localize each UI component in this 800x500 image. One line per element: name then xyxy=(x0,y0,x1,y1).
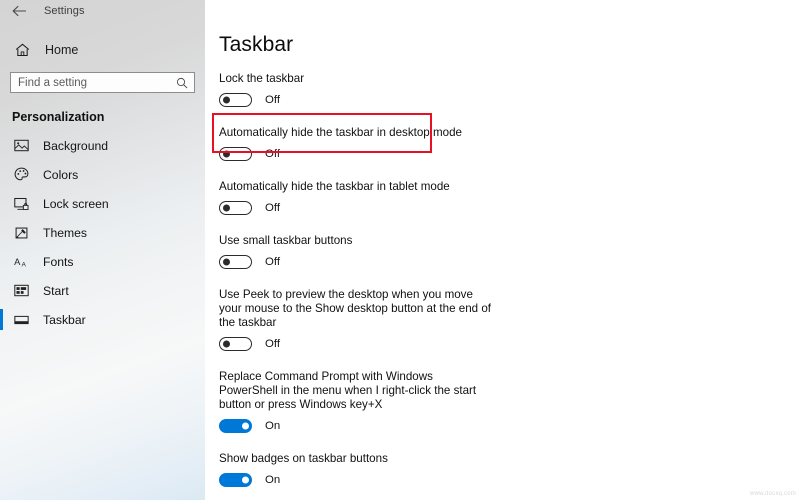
toggle-knob xyxy=(222,204,230,212)
toggle-state-label: Off xyxy=(265,338,280,350)
picture-icon xyxy=(12,136,31,155)
sidebar-nav-list: Background Colors Lock screen Themes A A… xyxy=(0,131,205,334)
setting-label: Automatically hide the taskbar in tablet… xyxy=(219,180,450,193)
sidebar-item-label: Taskbar xyxy=(43,312,86,327)
toggle-state-label: Off xyxy=(265,202,280,214)
home-icon xyxy=(12,40,32,60)
toggle-state-label: Off xyxy=(265,148,280,160)
setting-use-small-taskbar-buttons: Use small taskbar buttons Off xyxy=(219,234,800,271)
toggle-row[interactable]: Off xyxy=(219,253,800,271)
window-title: Settings xyxy=(44,5,85,17)
sidebar-section-title: Personalization xyxy=(12,110,105,124)
toggle-switch[interactable] xyxy=(219,337,252,351)
setting-auto-hide-desktop-mode: Automatically hide the taskbar in deskto… xyxy=(219,126,800,163)
toggle-row[interactable]: Off xyxy=(219,335,800,353)
settings-window: Settings Home Personalization xyxy=(0,0,800,500)
watermark: www.docxq.com xyxy=(750,491,796,497)
toggle-state-label: On xyxy=(265,474,281,486)
toggle-knob xyxy=(222,150,230,158)
sidebar-item-colors[interactable]: Colors xyxy=(0,160,205,189)
toggle-row[interactable]: On xyxy=(219,417,800,435)
toggle-row[interactable]: On xyxy=(219,471,800,489)
toggle-row[interactable]: Off xyxy=(219,145,800,163)
palette-icon xyxy=(12,165,31,184)
search-box[interactable] xyxy=(10,72,195,93)
setting-label: Use Peek to preview the desktop when you… xyxy=(219,288,491,329)
setting-replace-command-prompt: Replace Command Prompt with Windows Powe… xyxy=(219,370,800,435)
toggle-switch[interactable] xyxy=(219,419,252,433)
search-input[interactable] xyxy=(11,73,194,92)
toggle-switch[interactable] xyxy=(219,93,252,107)
sidebar-item-label: Start xyxy=(43,283,69,298)
content-panel: Taskbar Lock the taskbar Off Automatical… xyxy=(205,0,800,500)
toggle-knob xyxy=(222,96,230,104)
toggle-knob xyxy=(222,340,230,348)
sidebar: Settings Home Personalization xyxy=(0,0,205,500)
sidebar-home-label: Home xyxy=(45,43,79,57)
toggle-state-label: Off xyxy=(265,256,280,268)
setting-lock-the-taskbar: Lock the taskbar Off xyxy=(219,72,800,109)
search-icon[interactable] xyxy=(176,77,188,89)
sidebar-item-home[interactable]: Home xyxy=(0,35,205,65)
back-arrow-icon[interactable] xyxy=(8,1,30,21)
sidebar-item-label: Fonts xyxy=(43,254,74,269)
toggle-switch[interactable] xyxy=(219,255,252,269)
sidebar-item-label: Lock screen xyxy=(43,196,109,211)
toggle-knob xyxy=(222,258,230,266)
sidebar-item-background[interactable]: Background xyxy=(0,131,205,160)
setting-use-peek: Use Peek to preview the desktop when you… xyxy=(219,288,800,353)
page-title: Taskbar xyxy=(219,33,294,56)
sidebar-item-label: Background xyxy=(43,138,109,153)
toggle-row[interactable]: Off xyxy=(219,199,800,217)
sidebar-item-themes[interactable]: Themes xyxy=(0,218,205,247)
setting-label: Lock the taskbar xyxy=(219,72,305,85)
sidebar-item-label: Themes xyxy=(43,225,88,240)
taskbar-icon xyxy=(12,310,31,329)
toggle-row[interactable]: Off xyxy=(219,91,800,109)
settings-list: Lock the taskbar Off Automatically hide … xyxy=(205,72,800,500)
sidebar-item-label: Colors xyxy=(43,167,79,182)
svg-text:A: A xyxy=(14,256,21,266)
toggle-switch[interactable] xyxy=(219,147,252,161)
themes-icon xyxy=(12,223,31,242)
setting-label: Automatically hide the taskbar in deskto… xyxy=(219,126,462,139)
start-icon xyxy=(12,281,31,300)
toggle-switch[interactable] xyxy=(219,473,252,487)
toggle-knob xyxy=(241,422,249,430)
fonts-icon: A A xyxy=(12,252,31,271)
toggle-state-label: Off xyxy=(265,94,280,106)
toggle-knob xyxy=(241,476,249,484)
setting-label: Show badges on taskbar buttons xyxy=(219,452,388,465)
sidebar-item-taskbar[interactable]: Taskbar xyxy=(0,305,205,334)
setting-auto-hide-tablet-mode: Automatically hide the taskbar in tablet… xyxy=(219,180,800,217)
setting-label: Use small taskbar buttons xyxy=(219,234,353,247)
sidebar-item-lock-screen[interactable]: Lock screen xyxy=(0,189,205,218)
sidebar-item-fonts[interactable]: A A Fonts xyxy=(0,247,205,276)
toggle-switch[interactable] xyxy=(219,201,252,215)
lockscreen-icon xyxy=(12,194,31,213)
svg-text:A: A xyxy=(21,261,26,268)
toggle-state-label: On xyxy=(265,420,281,432)
title-bar: Settings xyxy=(0,0,205,22)
setting-show-badges: Show badges on taskbar buttons On xyxy=(219,452,800,489)
sidebar-item-start[interactable]: Start xyxy=(0,276,205,305)
selection-indicator xyxy=(0,309,3,330)
setting-label: Replace Command Prompt with Windows Powe… xyxy=(219,370,477,411)
